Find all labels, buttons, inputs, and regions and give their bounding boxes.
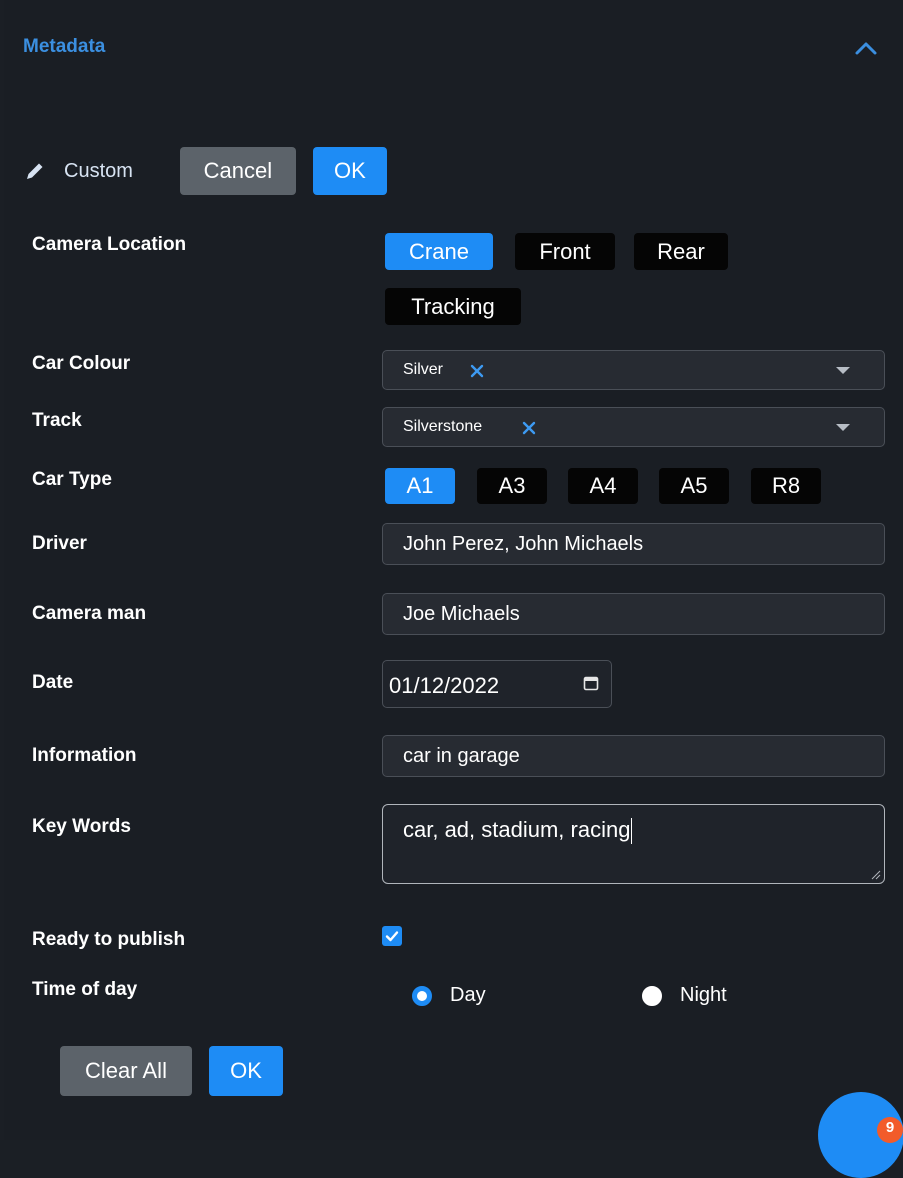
car-type-option-a5[interactable]: A5	[659, 468, 729, 504]
car-type-option-a3[interactable]: A3	[477, 468, 547, 504]
radio-night[interactable]	[642, 985, 662, 1006]
information-input[interactable]: car in garage	[382, 735, 885, 777]
caret-down-icon[interactable]	[836, 367, 850, 374]
information-label: Information	[32, 745, 137, 766]
checkmark-icon	[385, 931, 399, 942]
time-of-day-option-night[interactable]: Night	[642, 984, 727, 1007]
chevron-up-icon[interactable]	[854, 40, 878, 56]
driver-label: Driver	[32, 533, 87, 554]
key-words-textarea[interactable]: car, ad, stadium, racing	[382, 804, 885, 884]
ok-button[interactable]: OK	[312, 147, 387, 195]
camera-location-option-front[interactable]: Front	[515, 233, 615, 270]
track-select[interactable]: Silverstone	[382, 407, 885, 447]
time-of-day-option-day[interactable]: Day	[412, 984, 486, 1007]
camera-location-option-rear[interactable]: Rear	[634, 233, 728, 270]
date-label: Date	[32, 672, 74, 693]
close-icon[interactable]	[469, 363, 485, 379]
radio-day[interactable]	[412, 985, 432, 1006]
ready-to-publish-label: Ready to publish	[32, 929, 186, 950]
camera-location-option-tracking[interactable]: Tracking	[385, 288, 521, 325]
camera-location-label: Camera Location	[32, 234, 187, 255]
track-tag: Silverstone	[403, 418, 483, 435]
car-colour-label: Car Colour	[32, 353, 131, 374]
radio-day-label: Day	[450, 984, 486, 1006]
car-colour-tag: Silver	[403, 361, 444, 378]
date-input[interactable]: 01/12/2022	[382, 660, 612, 708]
edit-mode-label: Custom	[64, 159, 133, 182]
camera-location-option-crane[interactable]: Crane	[385, 233, 493, 270]
close-icon[interactable]	[521, 420, 537, 436]
camera-man-input[interactable]: Joe Michaels	[382, 593, 885, 635]
car-type-option-a1[interactable]: A1	[385, 468, 455, 504]
clear-all-button[interactable]: Clear All	[60, 1046, 192, 1096]
key-words-label: Key Words	[32, 816, 131, 837]
key-words-value: car, ad, stadium, racing	[403, 817, 633, 845]
footer-ok-button[interactable]: OK	[209, 1046, 283, 1096]
date-value: 01/12/2022	[389, 673, 500, 698]
time-of-day-label: Time of day	[32, 979, 138, 1000]
car-type-label: Car Type	[32, 469, 112, 490]
cancel-button[interactable]: Cancel	[179, 147, 296, 195]
text-cursor	[631, 818, 633, 845]
car-type-option-r8[interactable]: R8	[751, 468, 821, 504]
resize-grip-icon[interactable]	[871, 870, 881, 880]
calendar-icon[interactable]	[583, 675, 599, 691]
car-colour-select[interactable]: Silver	[382, 350, 885, 390]
pencil-icon	[27, 163, 43, 179]
car-type-option-a4[interactable]: A4	[568, 468, 638, 504]
driver-input[interactable]: John Perez, John Michaels	[382, 523, 885, 565]
metadata-panel: Metadata Custom Cancel OK Camera Locatio…	[4, 0, 903, 1140]
notification-badge: 9	[877, 1117, 903, 1143]
camera-man-label: Camera man	[32, 603, 147, 624]
ready-to-publish-checkbox[interactable]	[382, 926, 402, 946]
edit-bar: Custom Cancel OK	[24, 147, 387, 195]
panel-title: Metadata	[23, 36, 106, 57]
radio-night-label: Night	[680, 984, 727, 1006]
track-label: Track	[32, 410, 82, 431]
caret-down-icon[interactable]	[836, 424, 850, 431]
